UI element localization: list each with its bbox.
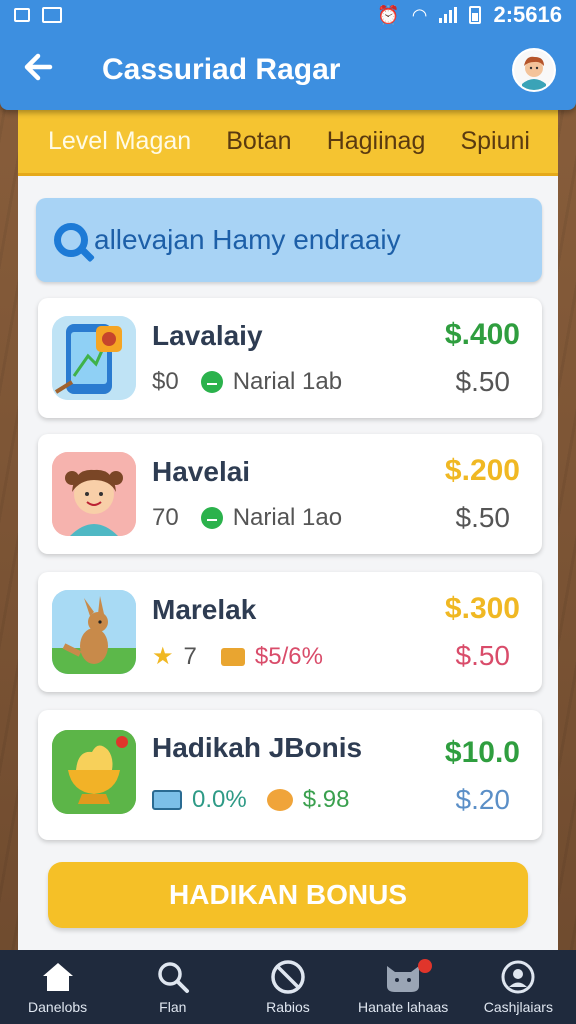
nav-label: Hanate lahaas (358, 999, 449, 1015)
tab-spiuni[interactable]: Spiuni (460, 127, 530, 156)
item-sub-label: Narial 1ao (232, 504, 343, 531)
phone-map-icon (52, 316, 136, 400)
cash-icon (152, 790, 182, 810)
notification-badge (418, 959, 433, 973)
tab-level-magan[interactable]: Level Magan (48, 127, 191, 156)
item-price: $.300 (444, 592, 520, 625)
item-sub-value: 0.0% (192, 786, 247, 813)
home-icon (41, 959, 75, 995)
nav-label: Flan (159, 999, 187, 1015)
avatar[interactable] (512, 48, 556, 92)
tab-botan[interactable]: Botan (226, 127, 291, 156)
nav-item-rabios[interactable]: Rabios (233, 959, 343, 1015)
nav-label: Cashjlaiars (483, 999, 553, 1015)
item-sub-label: $5/6% (254, 642, 323, 670)
nav-item-search[interactable]: Flan (118, 959, 228, 1015)
main-panel: Level Magan Botan Hagiinag Spiuni alleva… (18, 110, 558, 950)
back-arrow-icon[interactable] (20, 49, 80, 92)
search-icon (156, 959, 190, 995)
box-icon (220, 647, 245, 666)
bottom-nav: Danelobs Flan Rabios Hanate lahaas Cashj… (0, 950, 576, 1024)
image-icon (42, 7, 62, 23)
item-price-secondary: $.50 (455, 640, 511, 671)
coin-icon (266, 789, 293, 811)
app-title: Cassuriad Ragar (102, 53, 341, 86)
item-sub-label: $.98 (302, 786, 350, 813)
item-sub-label: Narial 1ab (232, 368, 343, 395)
item-price: $10.0 (444, 736, 520, 769)
item-name: Marelak (152, 594, 257, 625)
no-entry-icon (270, 959, 306, 995)
golden-bowl-icon (52, 730, 136, 814)
item-sub: 0.0% $.98 (152, 786, 349, 814)
nav-label: Rabios (266, 999, 310, 1015)
person-icon (501, 959, 535, 995)
alarm-icon: ⏰ (377, 5, 400, 25)
item-sub-value: 70 (152, 504, 179, 531)
search-icon (54, 223, 88, 257)
nav-label: Danelobs (28, 999, 88, 1015)
search-text: allevajan Hamy endraaiy (94, 224, 401, 255)
item-sub-value: 7 (183, 642, 197, 670)
chat-icon (200, 371, 223, 393)
item-price: $.200 (444, 454, 520, 487)
list-item[interactable]: Marelak ★ 7 $5/6% $.300 $.50 (38, 572, 542, 692)
list-item[interactable]: Hadikah JBonis 0.0% $.98 $10.0 $.20 (38, 710, 542, 840)
list-item[interactable]: Havelai 70 Narial 1ao $.200 $.50 (38, 434, 542, 554)
item-price-secondary: $.20 (455, 784, 511, 815)
item-price-secondary: $.50 (455, 366, 511, 397)
wifi-icon: ◠ (411, 5, 428, 25)
item-name: Hadikah JBonis (152, 732, 363, 763)
notification-icon (14, 8, 30, 22)
nav-item-cash[interactable]: Cashjlaiars (463, 959, 573, 1015)
status-time: 2:5616 (493, 2, 562, 27)
item-sub-value: $0 (152, 368, 179, 395)
item-sub: 70 Narial 1ao (152, 504, 342, 532)
bonus-button[interactable]: HADIKAN BONUS (48, 862, 528, 928)
battery-icon (469, 6, 482, 24)
tabs-bar: Level Magan Botan Hagiinag Spiuni (18, 110, 558, 176)
nav-item-hanate[interactable]: Hanate lahaas (348, 959, 458, 1015)
cat-icon (383, 959, 423, 995)
kangaroo-icon (52, 590, 136, 674)
nav-item-home[interactable]: Danelobs (3, 959, 113, 1015)
item-sub: $0 Narial 1ab (152, 368, 342, 396)
chat-icon (200, 507, 223, 529)
app-bar: Cassuriad Ragar (0, 30, 576, 110)
star-icon: ★ (152, 643, 174, 670)
item-price: $.400 (444, 318, 520, 351)
item-name: Lavalaiy (152, 320, 263, 351)
tab-hagiinag[interactable]: Hagiinag (327, 127, 426, 156)
status-bar: ⏰ ◠ 2:5616 (0, 0, 576, 30)
signal-icon (439, 7, 458, 23)
item-name: Havelai (152, 456, 251, 487)
item-price-secondary: $.50 (455, 502, 511, 533)
item-sub: ★ 7 $5/6% (152, 642, 323, 671)
search-bar[interactable]: allevajan Hamy endraaiy (36, 198, 542, 282)
list-item[interactable]: Lavalaiy $0 Narial 1ab $.400 $.50 (38, 298, 542, 418)
girl-avatar-icon (52, 452, 136, 536)
